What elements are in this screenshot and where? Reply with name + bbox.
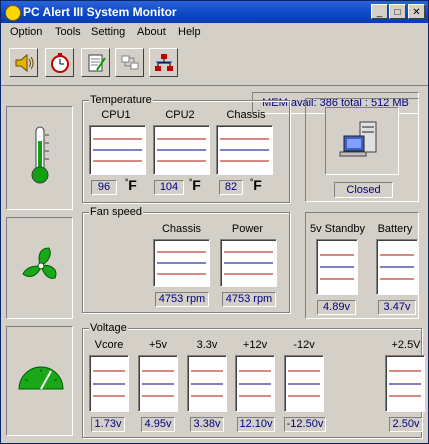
case-status-value: Closed — [334, 182, 393, 198]
computer-icon — [339, 121, 377, 157]
hierarchy-button[interactable] — [149, 48, 178, 77]
minus12v-value: -12.50v — [284, 417, 326, 432]
cpu1-label: CPU1 — [101, 109, 131, 121]
chassis-temp-label: Chassis — [226, 109, 266, 121]
chassis-temp-value: 82 — [219, 180, 243, 195]
notepad-icon — [88, 54, 106, 72]
minimize-button[interactable]: _ — [371, 4, 388, 19]
standby-5v-value: 4.89v — [317, 300, 356, 315]
graph-traces — [157, 251, 206, 275]
cpu2-label: CPU2 — [165, 109, 195, 121]
plus5v-graph — [138, 355, 178, 412]
power-fan-graph — [220, 239, 277, 287]
battery-graph — [376, 239, 418, 295]
cpu1-temp-value: 96 — [91, 180, 117, 195]
plus12v-graph — [235, 355, 275, 412]
speaker-icon — [15, 53, 34, 73]
graph-traces — [288, 370, 320, 397]
close-button[interactable]: ✕ — [408, 4, 425, 19]
chassis-fan-graph — [153, 239, 210, 287]
app-window: PC Alert III System Monitor _ □ ✕ Option… — [0, 0, 429, 444]
menu-setting[interactable]: Setting — [91, 26, 125, 38]
menu-bar: Option Tools Setting About Help — [1, 23, 428, 42]
voltage-icon-panel — [6, 326, 73, 436]
3v3-label: 3.3v — [196, 339, 218, 351]
plus12v-label: +12v — [242, 339, 268, 351]
voltmeter-icon — [18, 366, 64, 390]
battery-value: 3.47v — [378, 300, 416, 315]
plus2v5-value: 2.50v — [389, 417, 423, 432]
chassis-temp-graph — [216, 125, 273, 175]
notepad-button[interactable] — [81, 48, 110, 77]
standby-5v-label: 5v Standby — [310, 223, 366, 235]
graph-traces — [157, 138, 206, 162]
title-bar[interactable]: PC Alert III System Monitor _ □ ✕ — [1, 1, 428, 23]
graph-traces — [224, 251, 273, 275]
vcore-graph — [89, 355, 129, 412]
menu-option[interactable]: Option — [10, 26, 42, 38]
temperature-icon-panel — [6, 106, 73, 210]
graph-traces — [93, 370, 125, 397]
fan-icon — [22, 247, 57, 279]
app-icon — [5, 5, 21, 21]
maximize-button[interactable]: □ — [389, 4, 406, 19]
power-fan-value: 4753 rpm — [222, 292, 276, 307]
stopwatch-button[interactable] — [45, 48, 74, 77]
graph-traces — [389, 370, 421, 397]
menu-tools[interactable]: Tools — [55, 26, 81, 38]
plus12v-value: 12.10v — [237, 417, 275, 432]
minus12v-label: -12v — [293, 339, 315, 351]
plus5v-label: +5v — [148, 339, 168, 351]
battery-label: Battery — [377, 223, 413, 235]
network-plug-icon — [121, 55, 139, 70]
cpu2-temp-value: 104 — [154, 180, 184, 195]
case-icon-frame — [325, 107, 399, 175]
voltage-label: Voltage — [89, 322, 128, 334]
chassis-unit: °F — [250, 177, 262, 193]
3v3-graph — [187, 355, 227, 412]
graph-traces — [93, 138, 142, 162]
temperature-label: Temperature — [89, 94, 153, 106]
graph-traces — [220, 138, 269, 162]
toolbar: MEM avail: 386 total : 512 MB — [1, 42, 428, 114]
plus2v5-label: +2.5V — [391, 339, 421, 351]
network-plug-button[interactable] — [115, 48, 144, 77]
fan-speed-label: Fan speed — [89, 206, 143, 218]
window-title: PC Alert III System Monitor — [23, 5, 177, 19]
plus2v5-graph — [385, 355, 425, 412]
speaker-button[interactable] — [9, 48, 38, 77]
standby-5v-graph — [316, 239, 358, 295]
cpu2-unit: °F — [189, 177, 201, 193]
menu-about[interactable]: About — [137, 26, 166, 38]
thermometer-icon — [31, 126, 49, 184]
graph-traces — [191, 370, 223, 397]
3v3-value: 3.38v — [190, 417, 224, 432]
minus12v-graph — [284, 355, 324, 412]
power-fan-label: Power — [231, 223, 264, 235]
stopwatch-icon — [51, 53, 69, 73]
chassis-fan-label: Chassis — [161, 223, 202, 235]
chassis-fan-value: 4753 rpm — [155, 292, 209, 307]
fan-icon-panel — [6, 217, 73, 319]
graph-traces — [239, 370, 271, 397]
cpu2-temp-graph — [153, 125, 210, 175]
hierarchy-icon — [155, 54, 173, 71]
plus5v-value: 4.95v — [141, 417, 175, 432]
graph-traces — [380, 254, 414, 280]
cpu1-unit: °F — [125, 177, 137, 193]
menu-help[interactable]: Help — [178, 26, 201, 38]
graph-traces — [142, 370, 174, 397]
vcore-label: Vcore — [94, 339, 124, 351]
vcore-value: 1.73v — [91, 417, 125, 432]
graph-traces — [320, 254, 354, 280]
cpu1-temp-graph — [89, 125, 146, 175]
